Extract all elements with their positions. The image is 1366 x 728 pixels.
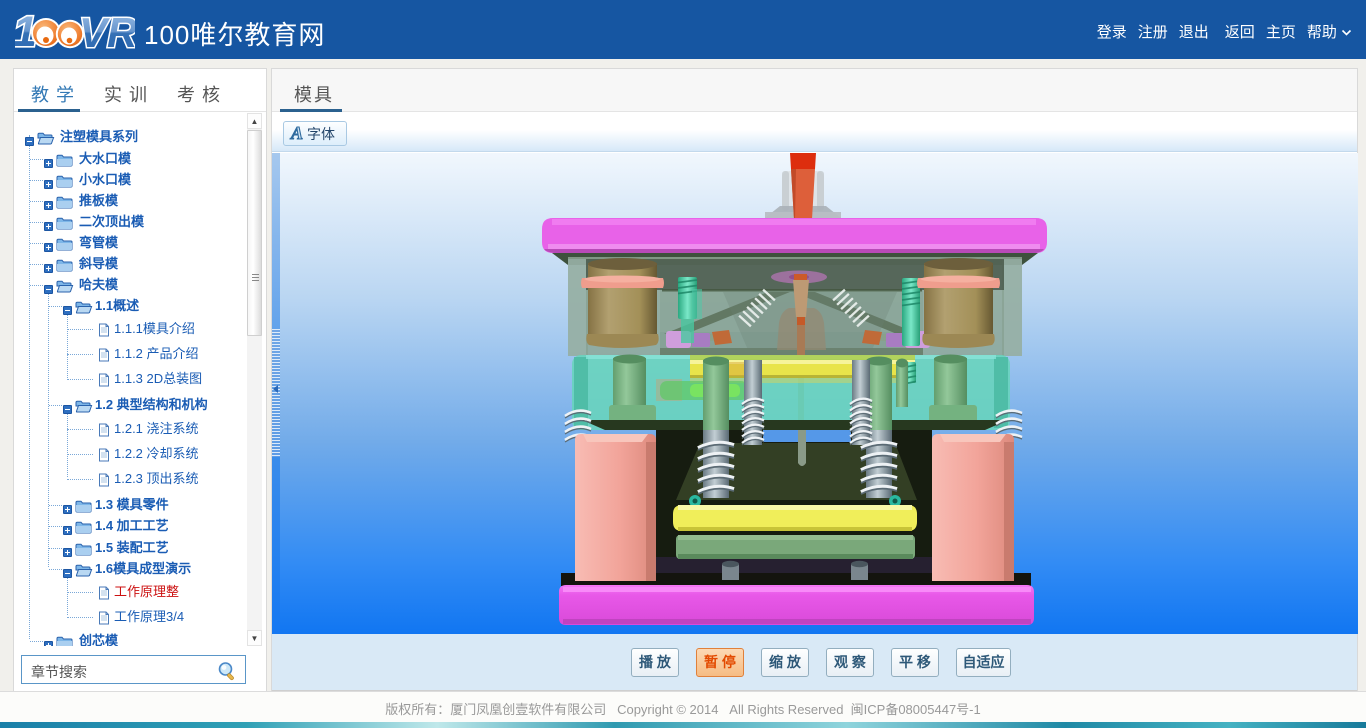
svg-text:VR: VR xyxy=(79,9,135,53)
